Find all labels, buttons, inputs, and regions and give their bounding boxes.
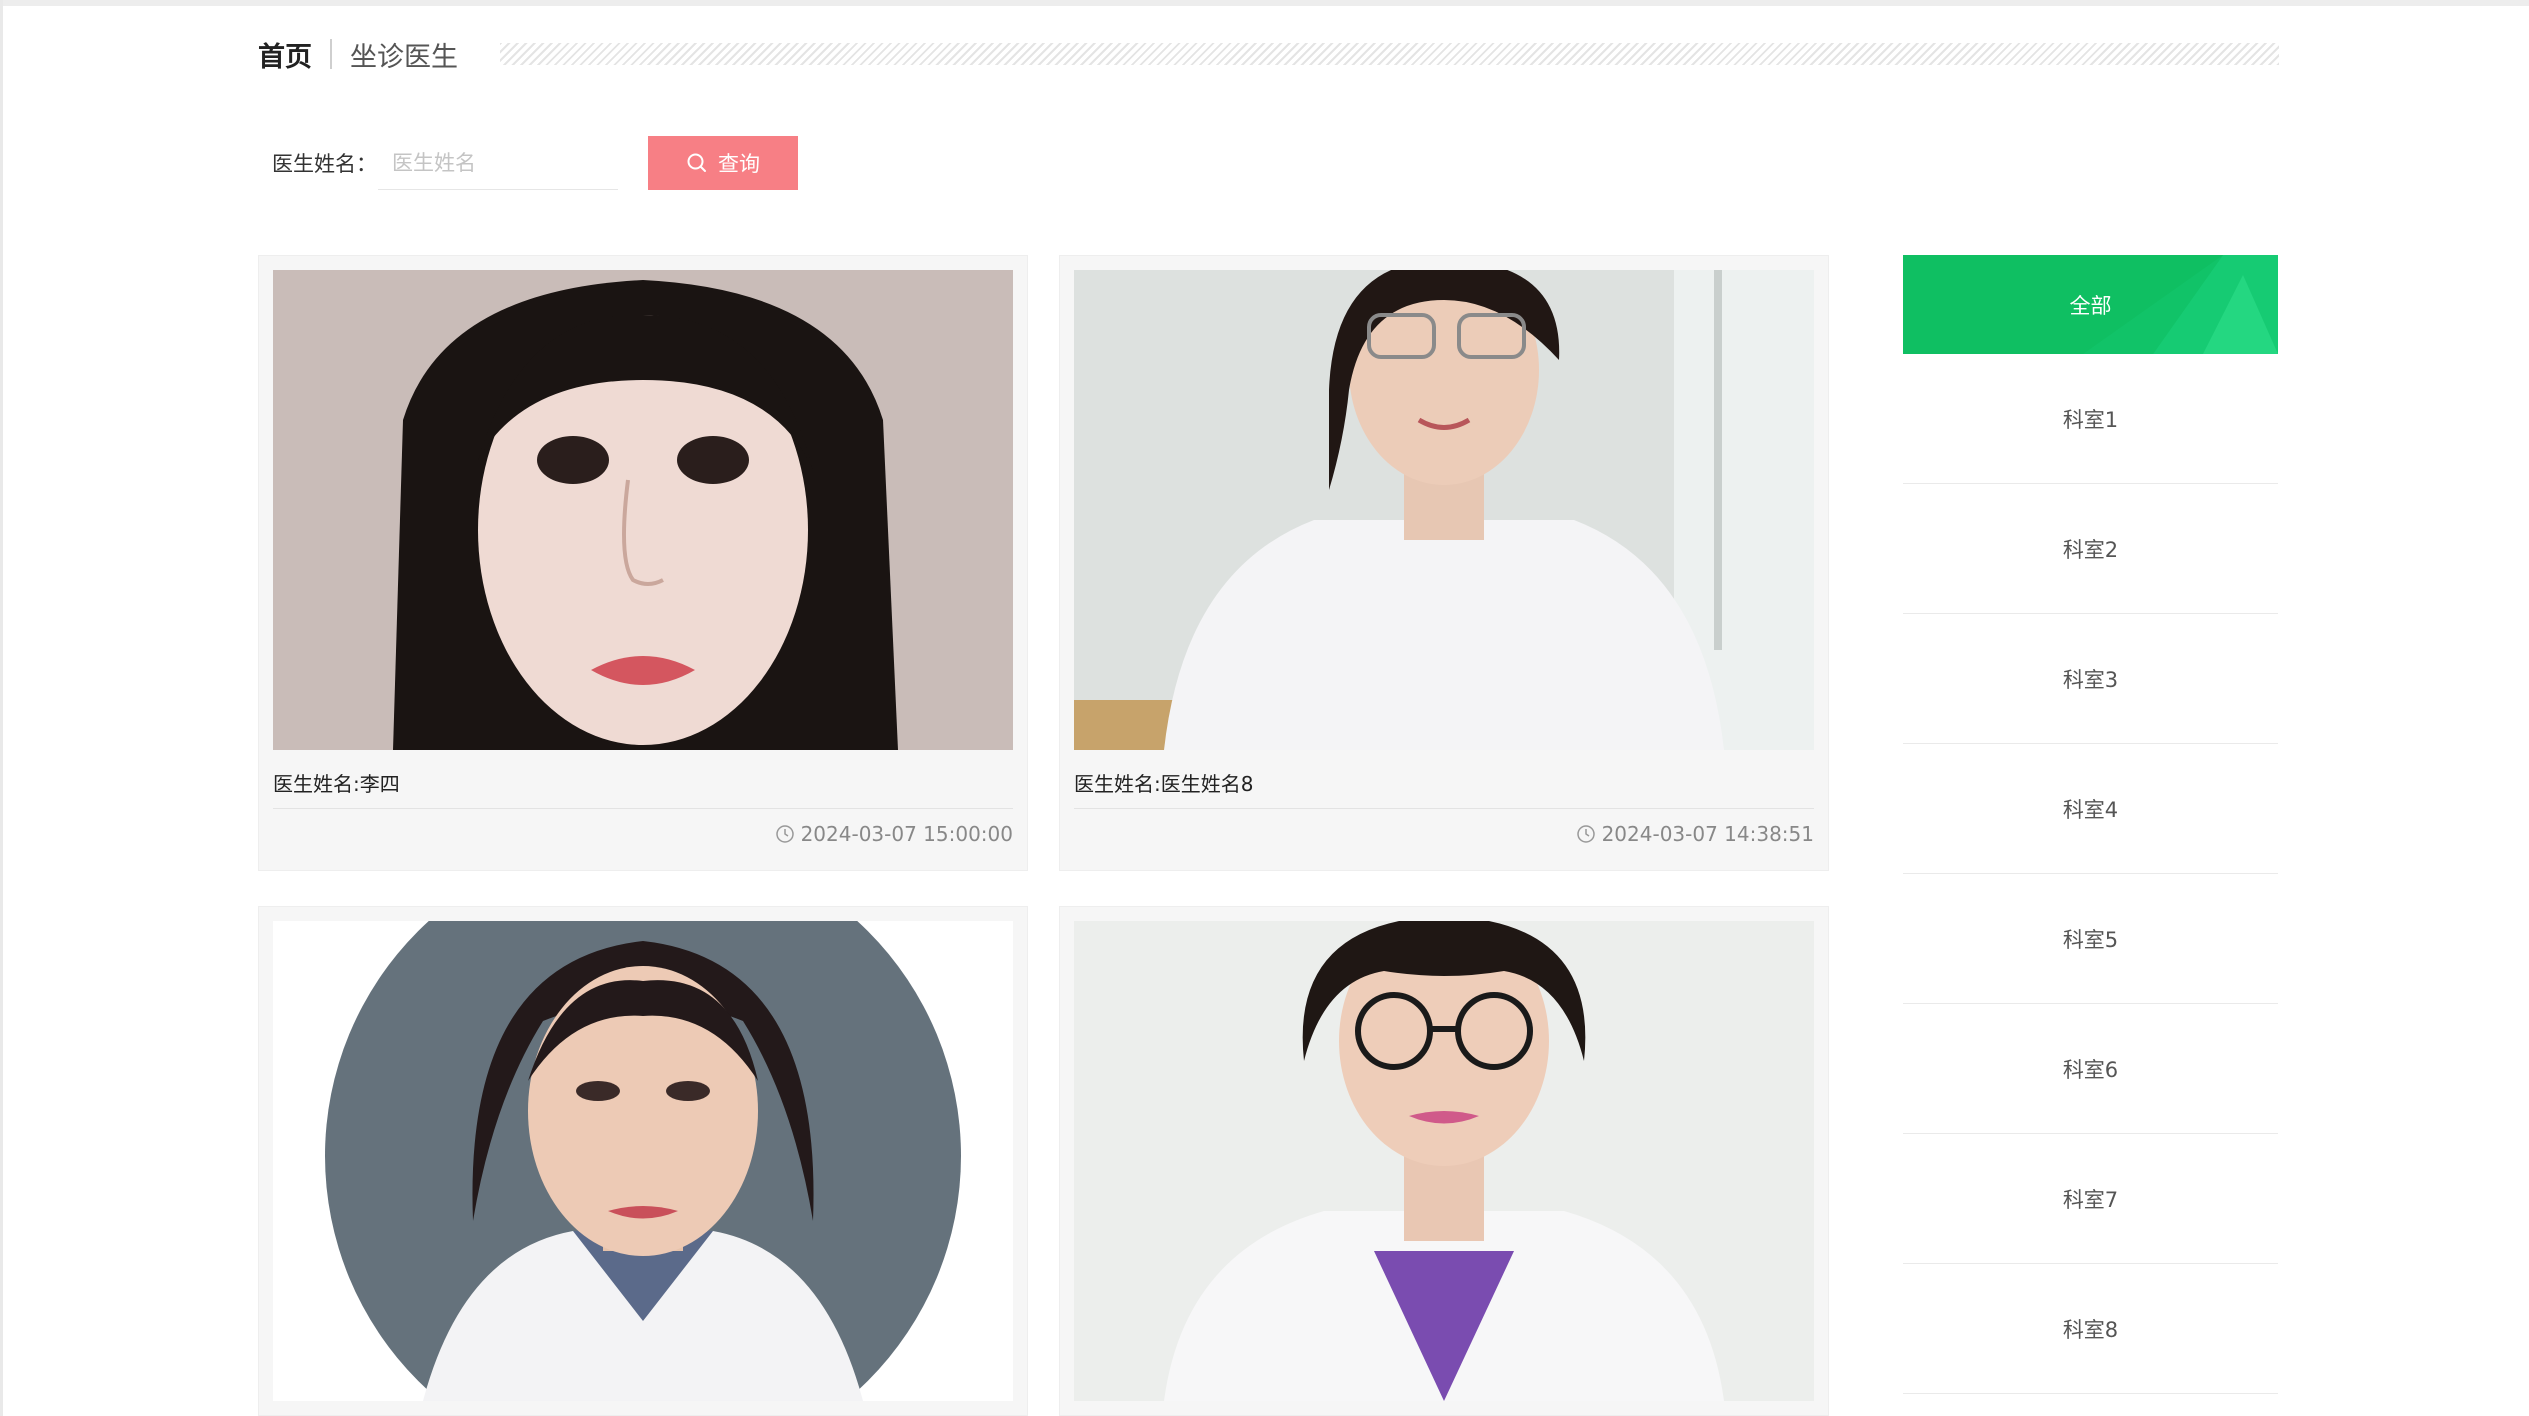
breadcrumb-separator [330, 39, 332, 69]
card-divider [1074, 808, 1814, 809]
doctor-photo[interactable] [1074, 921, 1814, 1401]
department-item[interactable]: 科室1 [1903, 354, 2278, 484]
doctor-card[interactable] [1059, 906, 1829, 1416]
search-form: 医生姓名： [272, 136, 618, 190]
publish-time: 2024-03-07 14:38:51 [1576, 822, 1814, 846]
doctor-card[interactable]: 医生姓名:李四 2024-03-07 15:00:00 [258, 255, 1028, 871]
clock-icon [775, 825, 794, 843]
department-item[interactable]: 科室2 [1903, 484, 2278, 614]
department-item[interactable]: 科室5 [1903, 874, 2278, 1004]
doctor-name: 医生姓名:医生姓名8 [1074, 772, 1254, 796]
department-all-button[interactable]: 全部 [1903, 255, 2278, 354]
search-label: 医生姓名： [272, 152, 377, 176]
publish-time: 2024-03-07 15:00:00 [775, 822, 1013, 846]
search-button-label: 查询 [718, 153, 760, 176]
breadcrumb-home-link[interactable]: 首页 [258, 35, 312, 74]
clock-icon [1576, 825, 1595, 843]
doctor-photo[interactable] [1074, 270, 1814, 750]
doctor-name: 医生姓名:李四 [273, 772, 400, 796]
doctor-photo[interactable] [273, 921, 1013, 1401]
department-item[interactable]: 科室7 [1903, 1134, 2278, 1264]
department-item[interactable]: 科室8 [1903, 1264, 2278, 1394]
department-sidebar: 全部 科室1 科室2 科室3 科室4 科室5 科室6 科室7 科室8 [1903, 255, 2278, 1394]
publish-time-text: 2024-03-07 15:00:00 [800, 822, 1013, 846]
breadcrumb-current: 坐诊医生 [350, 41, 458, 73]
breadcrumb: 首页 坐诊医生 [258, 34, 458, 74]
card-divider [273, 808, 1013, 809]
doctor-name-input[interactable] [378, 136, 618, 190]
breadcrumb-decoration [500, 43, 2279, 65]
department-item[interactable]: 科室4 [1903, 744, 2278, 874]
left-border [0, 0, 3, 1416]
doctor-card[interactable]: 医生姓名:医生姓名8 2024-03-07 14:38:51 [1059, 255, 1829, 871]
top-border [0, 0, 2529, 6]
department-item[interactable]: 科室3 [1903, 614, 2278, 744]
department-all-label: 全部 [2069, 293, 2112, 318]
search-icon [687, 153, 706, 172]
publish-time-text: 2024-03-07 14:38:51 [1601, 822, 1814, 846]
search-button[interactable]: 查询 [648, 136, 798, 190]
doctor-card[interactable] [258, 906, 1028, 1416]
doctor-photo[interactable] [273, 270, 1013, 750]
department-item[interactable]: 科室6 [1903, 1004, 2278, 1134]
